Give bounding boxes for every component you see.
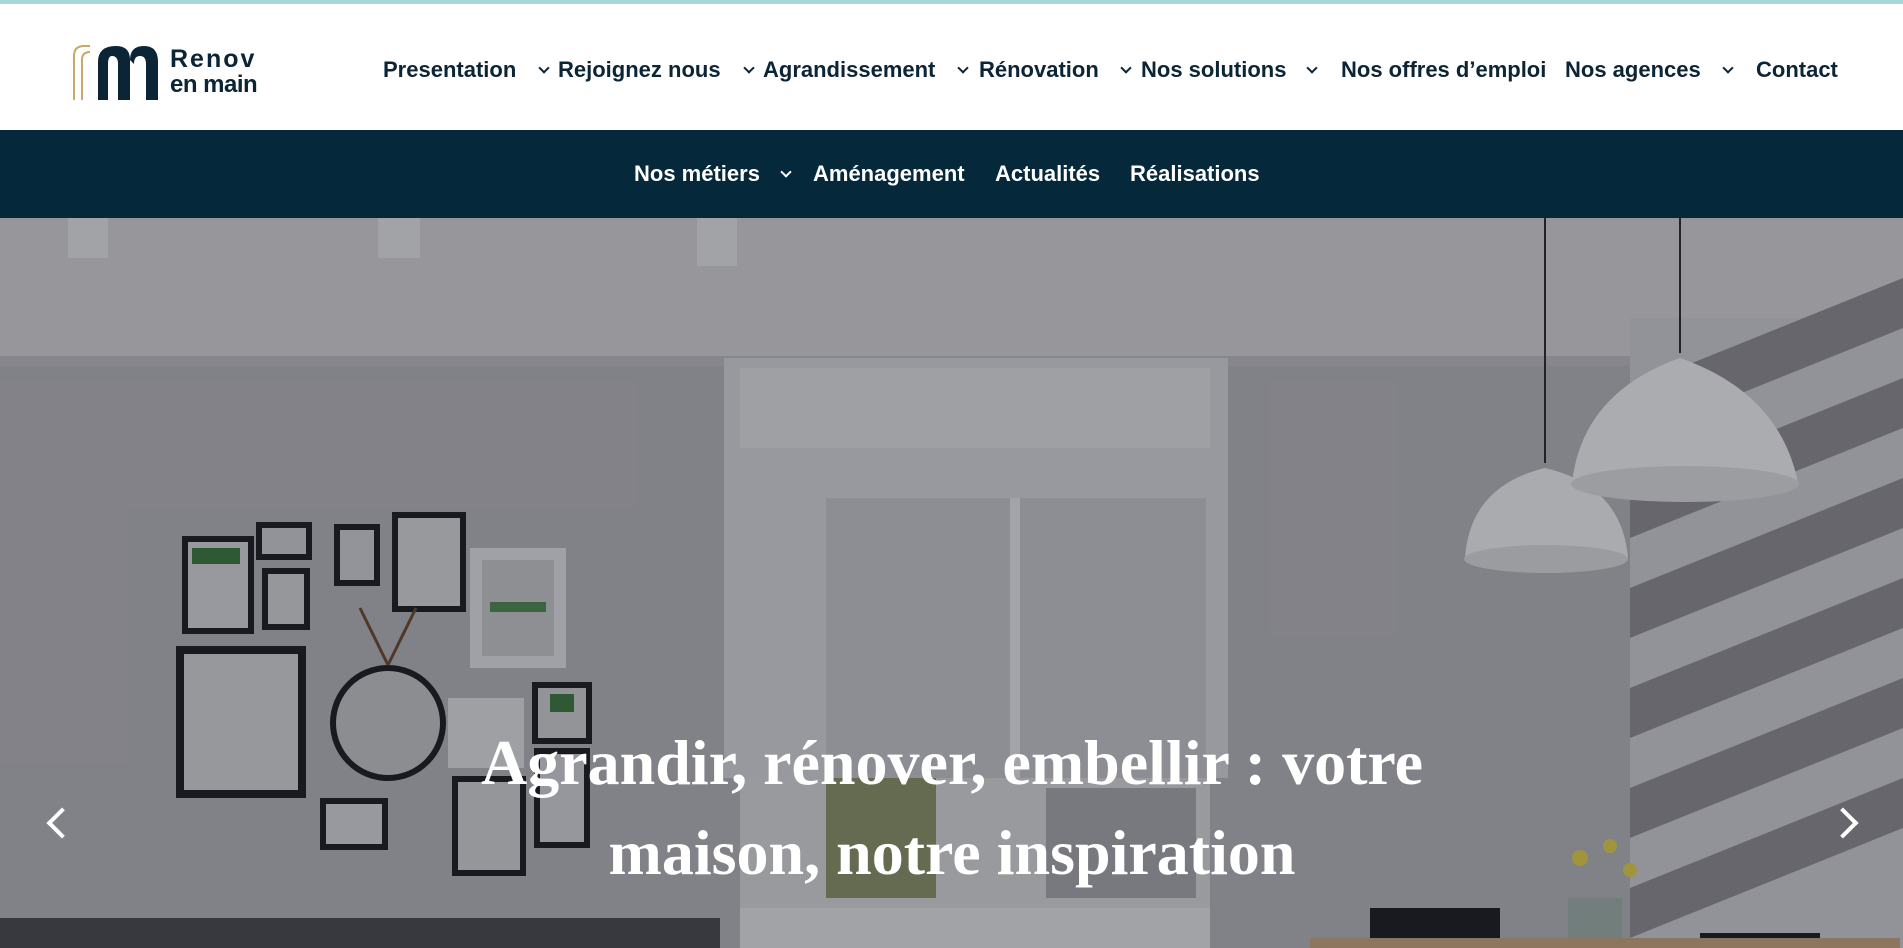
nav-item-rejoignez-nous[interactable]: Rejoignez nous [558, 52, 721, 88]
chevron-down-icon[interactable] [535, 52, 553, 88]
chevron-down-icon[interactable] [740, 52, 758, 88]
site-header: Renov en main Presentation Rejoignez nou… [0, 4, 1903, 130]
hero-title-line-2: maison, notre inspiration [608, 817, 1296, 888]
nav-item-nos-solutions[interactable]: Nos solutions [1141, 52, 1286, 88]
slider-next-button[interactable] [1822, 788, 1872, 858]
slider-prev-button[interactable] [33, 788, 83, 858]
chevron-down-icon[interactable] [954, 52, 972, 88]
subnav-item-realisations[interactable]: Réalisations [1130, 156, 1260, 192]
chevron-down-icon[interactable] [777, 156, 795, 192]
nav-item-renovation[interactable]: Rénovation [979, 52, 1099, 88]
hero-title: Agrandir, rénover, embellir : votre mais… [352, 718, 1552, 898]
main-navigation: Presentation Rejoignez nous Agrandisseme… [0, 52, 1903, 88]
hero-slider: Agrandir, rénover, embellir : votre mais… [0, 218, 1903, 948]
nav-item-contact[interactable]: Contact [1756, 52, 1838, 88]
chevron-down-icon[interactable] [1303, 52, 1321, 88]
chevron-right-icon [1827, 807, 1859, 839]
secondary-navigation: Nos métiers Aménagement Actualités Réali… [0, 130, 1903, 218]
chevron-down-icon[interactable] [1719, 52, 1737, 88]
subnav-item-nos-metiers[interactable]: Nos métiers [634, 156, 760, 192]
chevron-down-icon[interactable] [1117, 52, 1135, 88]
subnav-item-actualites[interactable]: Actualités [995, 156, 1100, 192]
nav-item-nos-offres-emploi[interactable]: Nos offres d’emploi [1341, 52, 1546, 88]
nav-item-nos-agences[interactable]: Nos agences [1565, 52, 1701, 88]
subnav-item-amenagement[interactable]: Aménagement [813, 156, 965, 192]
nav-item-presentation[interactable]: Presentation [383, 52, 516, 88]
nav-item-agrandissement[interactable]: Agrandissement [763, 52, 935, 88]
chevron-left-icon [46, 807, 78, 839]
hero-title-line-1: Agrandir, rénover, embellir : votre [480, 727, 1424, 798]
